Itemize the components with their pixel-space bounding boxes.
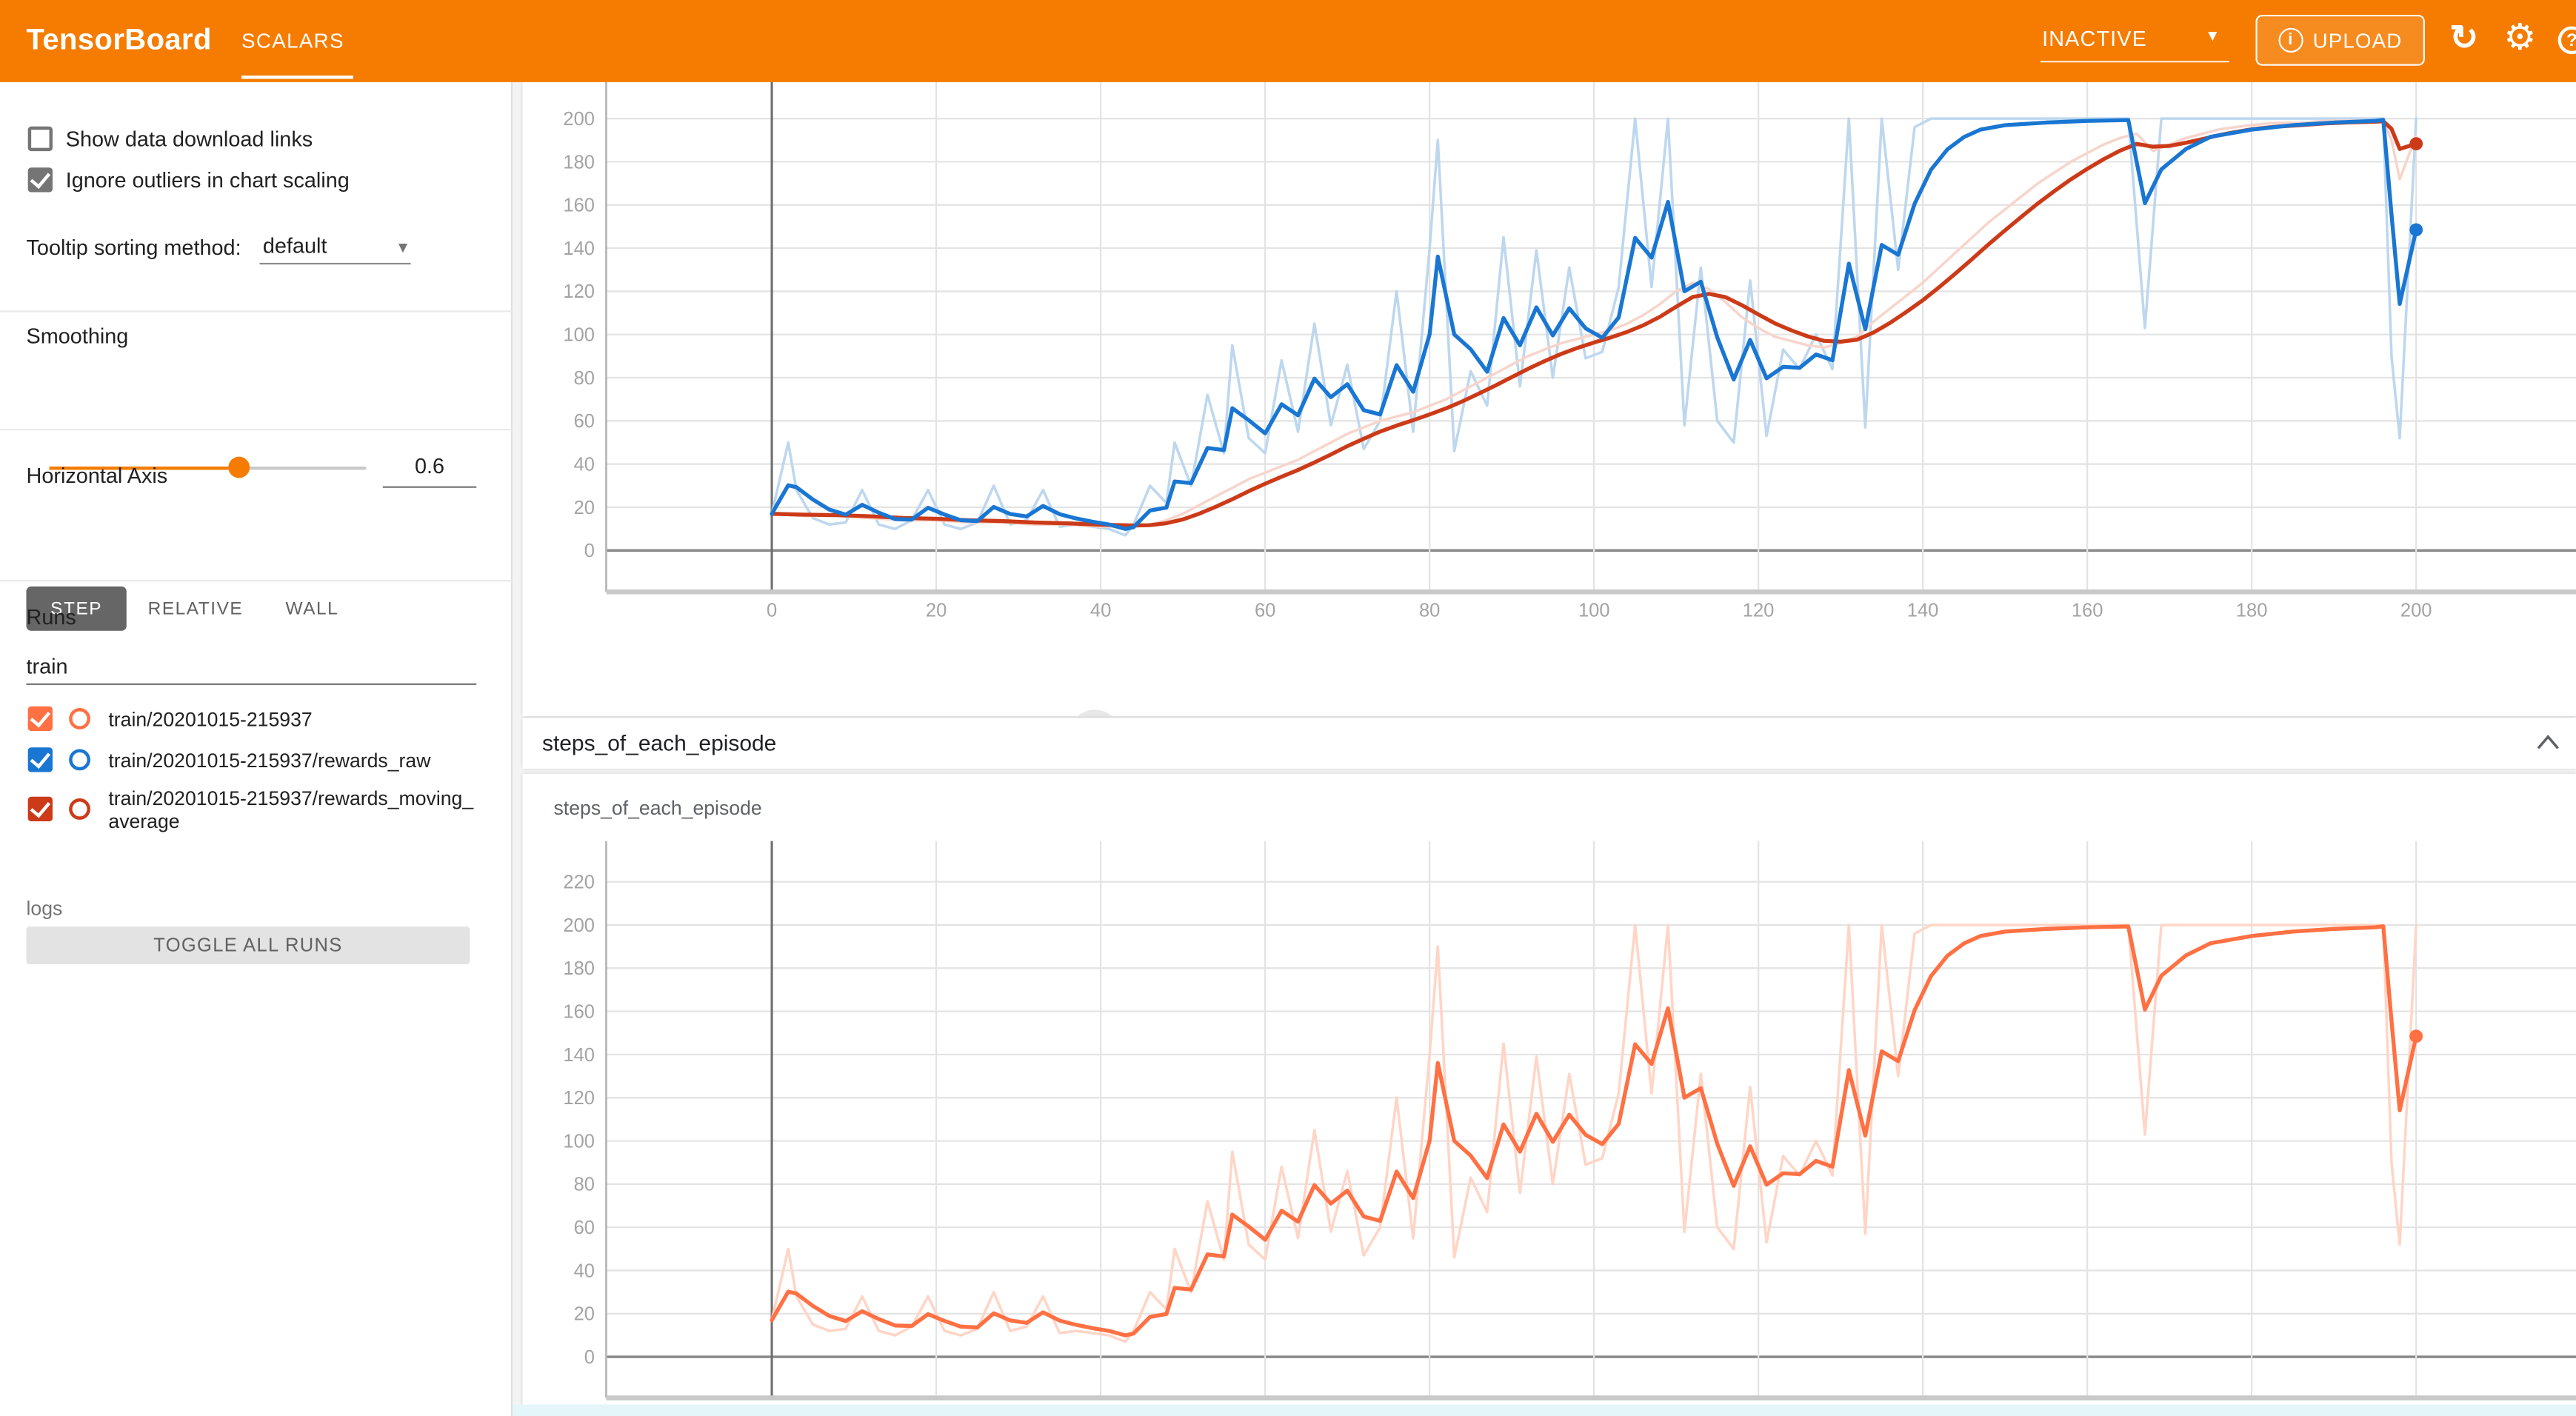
app-title: TensorBoard	[26, 23, 211, 58]
svg-text:60: 60	[1255, 600, 1275, 621]
run-color-ring-icon	[69, 749, 90, 770]
svg-text:200: 200	[563, 915, 595, 936]
status-dropdown[interactable]: INACTIVE	[2042, 26, 2147, 50]
scalar-chart-card-steps: steps_of_each_episode 0 20 40 60 80 100 120 140…	[522, 774, 2576, 1416]
run-checkbox[interactable]	[28, 747, 53, 772]
scalar-line-chart[interactable]: 0 20 40 60 80 100 120 140 160 180 200 220	[522, 829, 2576, 1416]
chart-title: steps_of_each_episode	[554, 797, 762, 820]
run-color-ring-icon	[69, 708, 90, 729]
runs-category-logs[interactable]: logs	[26, 897, 62, 920]
next-section-edge	[513, 1404, 2576, 1416]
svg-text:20: 20	[926, 600, 947, 621]
horizontal-axis-label: Horizontal Axis	[26, 464, 167, 488]
run-checkbox[interactable]	[28, 797, 53, 821]
svg-text:180: 180	[563, 152, 595, 173]
show-download-links-checkbox[interactable]	[28, 127, 53, 151]
runs-filter-underline	[26, 684, 476, 685]
svg-text:180: 180	[2236, 600, 2268, 621]
chevron-down-icon: ▾	[398, 236, 407, 258]
status-dropdown-underline	[2041, 61, 2229, 62]
divider	[0, 310, 513, 312]
svg-text:80: 80	[574, 368, 595, 389]
svg-text:160: 160	[563, 1002, 595, 1023]
chevron-up-icon[interactable]	[2537, 734, 2560, 750]
svg-text:140: 140	[1907, 600, 1939, 621]
svg-text:20: 20	[574, 1304, 595, 1325]
axis-option-wall[interactable]: WALL	[264, 587, 360, 631]
svg-text:180: 180	[563, 958, 595, 979]
app-header: TensorBoard SCALARS INACTIVE ▾ i UPLOAD …	[0, 0, 2576, 82]
svg-text:20: 20	[574, 498, 595, 518]
svg-text:80: 80	[574, 1175, 595, 1195]
divider	[0, 429, 513, 430]
svg-text:160: 160	[563, 196, 595, 216]
tag-section-header[interactable]: steps_of_each_episode	[522, 718, 2576, 769]
tensorboard-app: TensorBoard SCALARS INACTIVE ▾ i UPLOAD …	[0, 0, 2576, 1416]
svg-text:40: 40	[574, 1260, 595, 1281]
svg-text:80: 80	[1419, 600, 1440, 621]
info-icon: i	[2278, 28, 2303, 53]
scalar-line-chart[interactable]: 0 20 40 60 80 100 120 140 160 180 200 0 20 40 60 80 100 1…	[522, 82, 2576, 634]
run-color-ring-icon	[69, 798, 90, 820]
runs-filter-input[interactable]: train	[26, 654, 67, 678]
svg-text:100: 100	[563, 324, 595, 345]
svg-text:220: 220	[563, 872, 595, 893]
help-icon[interactable]: ?	[2558, 26, 2576, 54]
svg-text:60: 60	[574, 411, 595, 432]
runs-label: Runs	[26, 604, 76, 629]
scalar-chart-card-rewards: 0 20 40 60 80 100 120 140 160 180 200 0 20 40 60 80 100 1…	[522, 82, 2576, 716]
smoothing-slider-thumb[interactable]	[229, 457, 250, 478]
section-title: steps_of_each_episode	[542, 718, 776, 769]
ignore-outliers-label: Ignore outliers in chart scaling	[66, 167, 350, 192]
tab-active-underline	[241, 76, 353, 79]
settings-sidebar: Show data download links Ignore outliers…	[0, 82, 513, 1416]
tab-scalars[interactable]: SCALARS	[241, 30, 344, 53]
svg-text:40: 40	[1090, 600, 1111, 621]
svg-text:100: 100	[563, 1131, 595, 1152]
svg-text:200: 200	[2400, 600, 2432, 621]
svg-text:120: 120	[1743, 600, 1775, 621]
chevron-down-icon[interactable]: ▾	[2208, 24, 2218, 46]
svg-text:140: 140	[563, 238, 595, 259]
refresh-icon[interactable]: ↻	[2449, 18, 2478, 59]
svg-text:0: 0	[584, 1347, 595, 1368]
run-label: train/20201015-215937/rewards_raw	[108, 751, 479, 773]
smoothing-label: Smoothing	[26, 324, 128, 348]
svg-text:120: 120	[563, 1088, 595, 1109]
show-download-links-label: Show data download links	[66, 127, 313, 151]
tooltip-sorting-select[interactable]: default ▾	[259, 230, 410, 265]
run-label: train/20201015-215937/rewards_moving_ave…	[108, 789, 479, 833]
settings-gear-icon[interactable]: ⚙	[2503, 16, 2536, 59]
run-label: train/20201015-215937	[108, 709, 479, 732]
svg-text:160: 160	[2072, 600, 2103, 621]
toggle-all-runs-button[interactable]: TOGGLE ALL RUNS	[26, 926, 470, 964]
tooltip-sorting-value: default	[263, 233, 327, 258]
svg-text:200: 200	[563, 109, 595, 130]
upload-button-label: UPLOAD	[2313, 29, 2403, 52]
svg-text:40: 40	[574, 454, 595, 475]
svg-text:0: 0	[584, 541, 595, 561]
svg-text:140: 140	[563, 1045, 595, 1066]
run-checkbox[interactable]	[28, 707, 53, 731]
tooltip-sorting-label: Tooltip sorting method:	[26, 235, 241, 259]
svg-text:60: 60	[574, 1218, 595, 1238]
smoothing-value-input[interactable]: 0.6	[383, 453, 476, 488]
upload-button[interactable]: i UPLOAD	[2255, 15, 2424, 66]
ignore-outliers-checkbox[interactable]	[28, 167, 53, 192]
svg-text:0: 0	[767, 600, 777, 621]
axis-option-relative[interactable]: RELATIVE	[127, 587, 264, 631]
svg-text:120: 120	[563, 281, 595, 302]
divider	[0, 580, 513, 581]
svg-text:100: 100	[1578, 600, 1610, 621]
